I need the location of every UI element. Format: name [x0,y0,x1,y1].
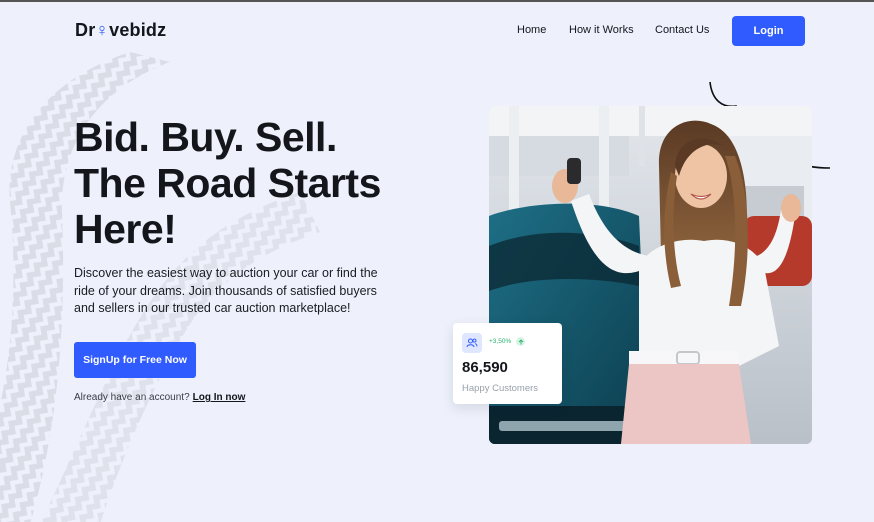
happy-customers-card: +3,50% 86,590 Happy Customers [453,323,562,404]
car-key-icon: ♀ [95,20,110,40]
stat-change: +3,50% [489,338,512,345]
signup-button[interactable]: SignUp for Free Now [74,342,196,378]
headline-line-2: The Road Starts [74,160,381,206]
brand-logo[interactable]: Dr♀vebidz [75,20,166,41]
login-link[interactable]: Log In now [193,392,246,403]
stat-value: 86,590 [462,359,508,376]
login-prompt-text: Already have an account? [74,392,190,403]
hero-description: Discover the easiest way to auction your… [74,266,378,315]
headline-line-3: Here! [74,206,177,252]
stat-label: Happy Customers [462,383,539,394]
users-icon [462,333,482,353]
brand-text-end: vebidz [109,20,167,40]
hero-headline: Bid. Buy. Sell. The Road Starts Here! [74,114,434,252]
login-prompt: Already have an account? Log In now [74,392,245,403]
nav-how-it-works[interactable]: How it Works [569,24,634,36]
nav-contact-us[interactable]: Contact Us [655,24,709,36]
brand-text-start: Dr [75,20,96,40]
nav-home[interactable]: Home [517,24,546,36]
headline-line-1: Bid. Buy. Sell. [74,114,337,160]
login-button[interactable]: Login [732,16,805,46]
landing-page: Dr♀vebidz Home How it Works Contact Us L… [0,2,874,522]
arrow-up-icon [516,337,525,346]
